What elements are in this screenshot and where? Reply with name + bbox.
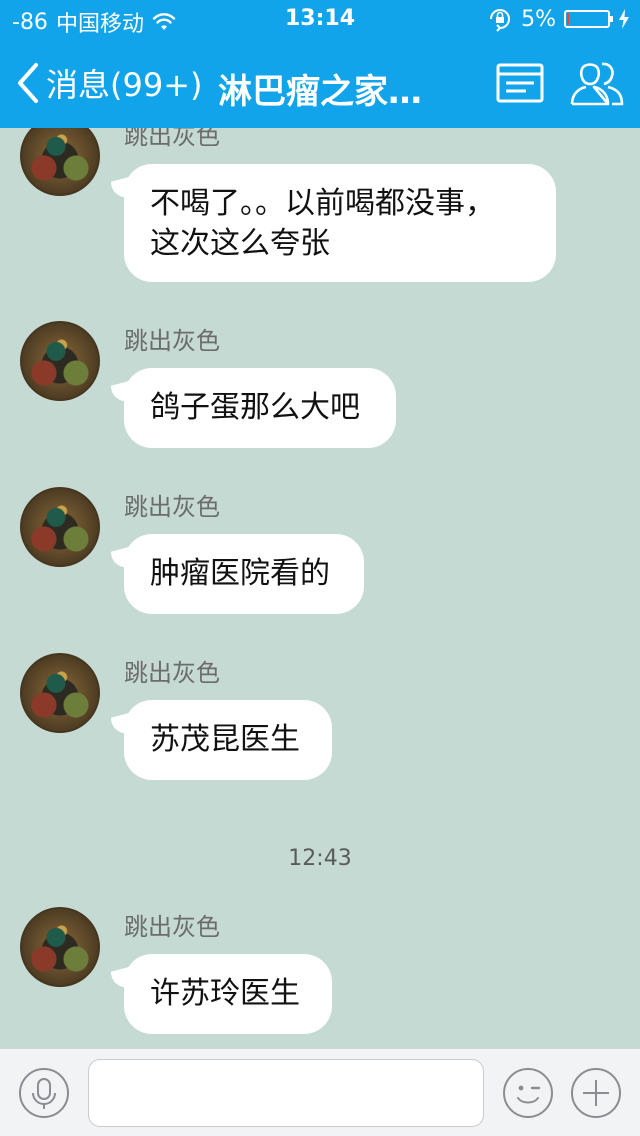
message-bubble[interactable]: 许苏玲医生 (124, 954, 332, 1034)
input-bar (0, 1048, 640, 1136)
message-bubble[interactable]: 不喝了。。以前喝都没事， 这次这么夸张 (124, 164, 556, 282)
chat-timestamp: 12:43 (288, 846, 352, 871)
chevron-left-icon (18, 63, 38, 103)
sender-avatar[interactable] (20, 487, 100, 567)
microphone-icon[interactable] (18, 1067, 70, 1119)
group-members-icon[interactable] (568, 60, 626, 108)
back-button[interactable]: 消息(99+) (14, 60, 203, 106)
sender-name: 跳出灰色 (124, 327, 220, 355)
status-right: 5% (487, 6, 630, 32)
top-bar: -86 中国移动 13:14 5% 消息(99+) 淋巴瘤之家… (0, 0, 640, 128)
status-bar: -86 中国移动 13:14 5% (0, 0, 640, 40)
message-text: 不喝了。。以前喝都没事， 这次这么夸张 (150, 186, 495, 261)
chat-screen: -86 中国移动 13:14 5% 消息(99+) 淋巴瘤之家… 跳出灰色 不喝… (0, 0, 640, 1136)
back-label: 消息(99+) (46, 66, 203, 104)
emoji-icon[interactable] (502, 1067, 554, 1119)
sender-avatar[interactable] (20, 653, 100, 733)
message-text: 鸽子蛋那么大吧 (150, 390, 360, 425)
message-text: 肿瘤医院看的 (150, 556, 330, 591)
sender-name: 跳出灰色 (124, 659, 220, 687)
sender-name: 跳出灰色 (124, 913, 220, 941)
sender-avatar[interactable] (20, 907, 100, 987)
sender-name: 跳出灰色 (124, 493, 220, 521)
message-bubble[interactable]: 鸽子蛋那么大吧 (124, 368, 396, 448)
message-bubble[interactable]: 肿瘤医院看的 (124, 534, 364, 614)
message-bubble[interactable]: 苏茂昆医生 (124, 700, 332, 780)
message-text: 苏茂昆医生 (150, 722, 300, 757)
plus-icon[interactable] (570, 1067, 622, 1119)
sender-avatar[interactable] (20, 321, 100, 401)
chat-title: 淋巴瘤之家… (218, 72, 422, 112)
nav-bar: 消息(99+) 淋巴瘤之家… (0, 40, 640, 128)
battery-icon (564, 10, 613, 28)
charging-bolt-icon (619, 9, 629, 29)
sender-avatar[interactable] (20, 116, 100, 196)
battery-percent: 5% (521, 6, 556, 32)
group-info-icon[interactable] (494, 60, 548, 108)
battery-level (567, 13, 569, 25)
message-text: 许苏玲医生 (150, 976, 300, 1011)
orientation-lock-icon (490, 9, 511, 32)
message-input[interactable] (88, 1059, 484, 1127)
